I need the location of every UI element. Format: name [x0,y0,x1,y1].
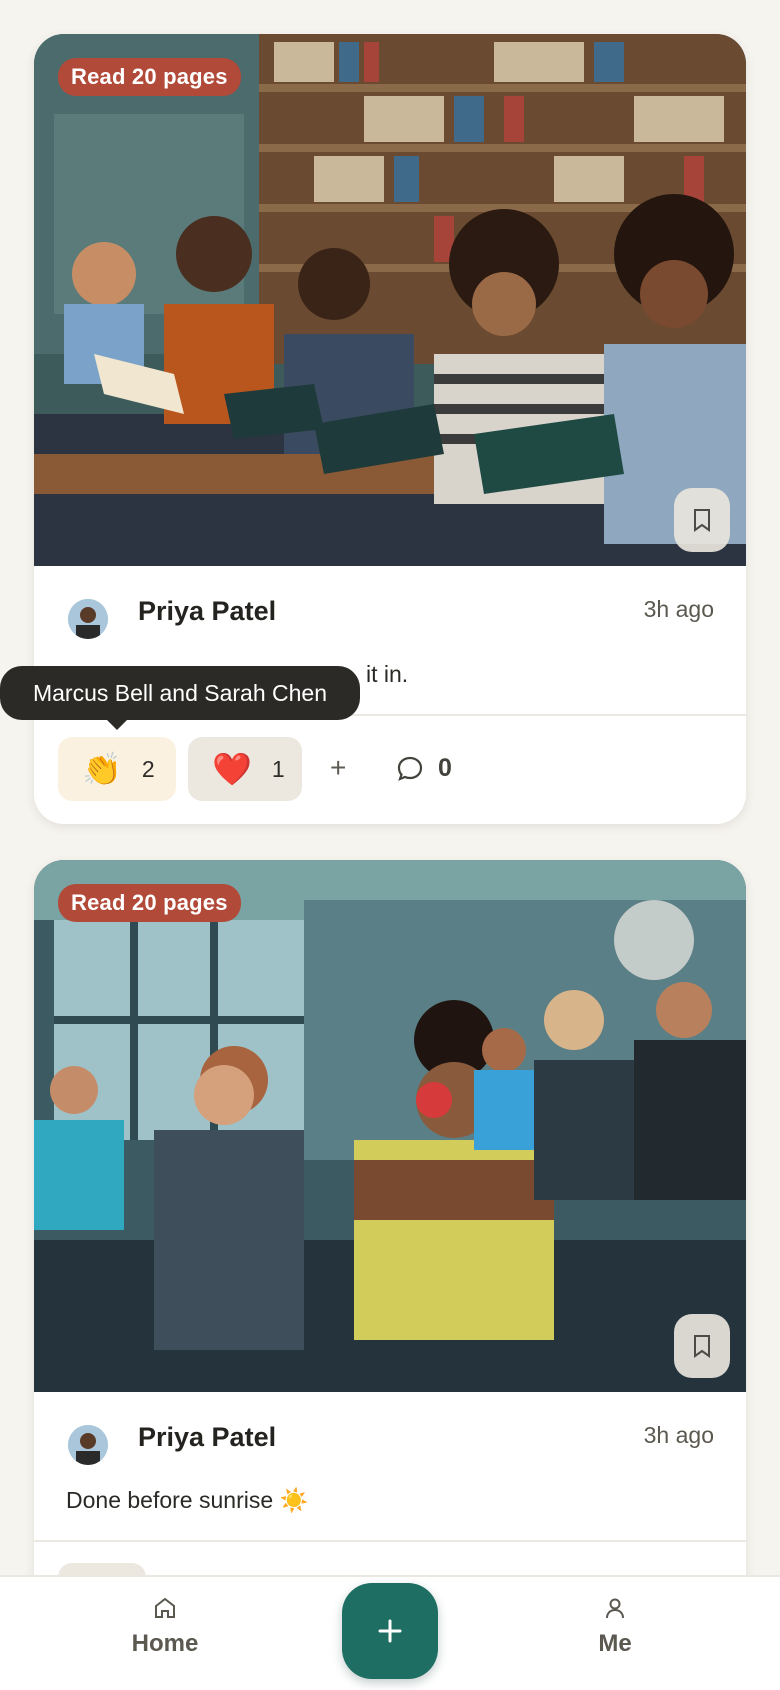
person-icon [606,1598,624,1619]
post-card[interactable]: Read 20 pages Priya Patel 3h ago Done be… [34,860,746,1680]
avatar[interactable] [68,599,108,639]
heart-reaction-button[interactable]: ❤️ 1 [188,737,302,801]
comment-bubble-icon [397,756,423,781]
heart-count: 1 [271,755,285,782]
home-icon [155,1597,175,1618]
caption-text: it in. [366,661,409,687]
clap-count: 2 [141,755,155,782]
nav-home-label: Home [131,1630,199,1657]
bookmark-button[interactable] [674,488,730,552]
challenge-badge: Read 20 pages [58,58,241,96]
reactors-tooltip: Marcus Bell and Sarah Chen [0,666,360,730]
heart-icon: ❤️ [212,751,252,787]
bookmark-icon [694,1335,710,1358]
clap-reaction-button[interactable]: 👏 2 [58,737,176,801]
gym-treadmill-photo [34,860,746,1392]
post-time: 3h ago [643,596,714,622]
nav-me[interactable]: Me [545,1595,685,1658]
nav-home[interactable]: Home [95,1595,235,1658]
reaction-bar: 👏 2 ❤️ 1 + 0 [34,714,746,824]
library-reading-photo [34,34,746,566]
clap-icon: 👏 [82,751,122,787]
post-photo[interactable]: Read 20 pages [34,34,746,566]
plus-icon [378,1619,402,1643]
comment-count: 0 [438,754,452,782]
comments-button[interactable]: 0 [396,754,452,783]
post-time: 3h ago [643,1422,714,1448]
avatar[interactable] [68,1425,108,1465]
post-header: Priya Patel 3h ago [34,1392,746,1484]
challenge-badge: Read 20 pages [58,884,241,922]
nav-me-label: Me [598,1630,632,1657]
author-name[interactable]: Priya Patel [138,1422,276,1453]
bookmark-button[interactable] [674,1314,730,1378]
add-post-button[interactable] [342,1583,438,1679]
post-caption: Done before sunrise ☀️ [66,1487,309,1513]
post-header: Priya Patel 3h ago [34,566,746,658]
author-name[interactable]: Priya Patel [138,596,276,627]
post-photo[interactable]: Read 20 pages [34,860,746,1392]
bookmark-icon [694,509,710,532]
add-reaction-button[interactable]: + [330,752,346,784]
